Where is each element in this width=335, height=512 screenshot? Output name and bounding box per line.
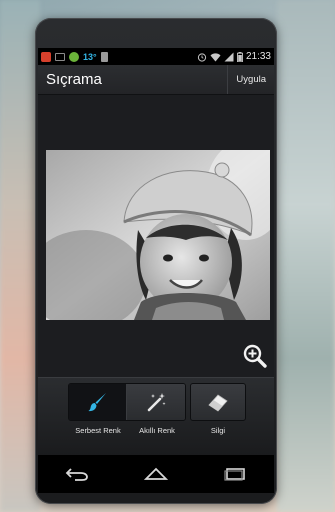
temperature-text: 13° (83, 51, 97, 62)
free-color-label: Serbest Renk (75, 426, 121, 435)
recent-apps-button[interactable] (220, 462, 250, 486)
message-notification-icon (55, 52, 65, 61)
editor-canvas (38, 95, 274, 377)
eraser-button[interactable] (190, 383, 246, 421)
sd-card-icon (100, 51, 108, 62)
tool-bar: Serbest Renk Akıllı Renk Silgi (38, 377, 274, 455)
photo-preview[interactable] (46, 150, 270, 320)
smart-color-label: Akıllı Renk (139, 426, 175, 435)
apply-button[interactable]: Uygula (227, 65, 274, 94)
battery-icon (237, 51, 243, 62)
eraser-icon (208, 394, 228, 412)
navigation-bar (38, 455, 274, 493)
free-color-button[interactable] (69, 384, 128, 420)
status-system: 21:33 (197, 51, 271, 62)
action-bar: Sıçrama Uygula (38, 65, 274, 95)
smart-color-button[interactable] (127, 384, 185, 420)
home-button[interactable] (141, 462, 171, 486)
status-notifications: 13° (41, 51, 108, 62)
phone-frame: 13° 21:33 Sıçrama Uygula Serbest Renk Ak… (35, 18, 277, 504)
status-bar: 13° 21:33 (38, 48, 274, 65)
back-icon (66, 468, 89, 481)
magic-wand-icon (147, 393, 166, 412)
clock-text: 21:33 (245, 51, 271, 62)
recent-apps-icon (224, 468, 245, 481)
zoom-in-icon (243, 344, 267, 368)
alarm-icon (197, 52, 207, 62)
brush-icon (88, 393, 106, 412)
back-button[interactable] (62, 462, 92, 486)
photo-image (46, 150, 270, 320)
app-title: Sıçrama (46, 71, 102, 88)
wifi-icon (210, 52, 221, 61)
eraser-label: Silgi (210, 426, 226, 435)
signal-icon (224, 52, 234, 61)
color-mode-group (68, 383, 186, 421)
phone-screen: 13° 21:33 Sıçrama Uygula Serbest Renk Ak… (38, 48, 274, 493)
app-notification-icon (41, 51, 51, 62)
android-notification-icon (69, 51, 79, 62)
background-blur-right (277, 0, 335, 512)
home-icon (143, 467, 168, 480)
zoom-in-button[interactable] (242, 343, 268, 369)
background-blur-left (0, 0, 40, 512)
